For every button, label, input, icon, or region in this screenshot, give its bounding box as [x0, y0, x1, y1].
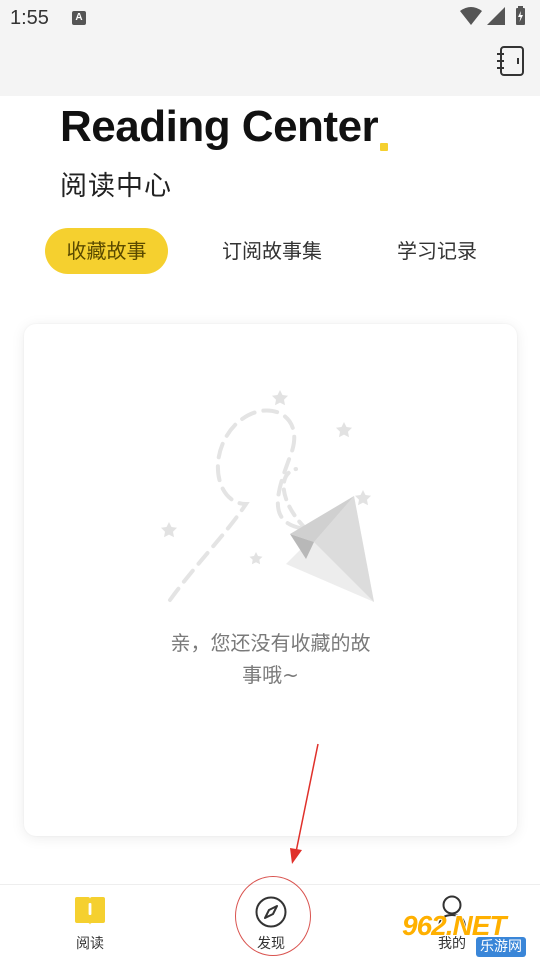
page-subtitle: 阅读中心 — [60, 171, 172, 202]
tab-subscribed-collections[interactable]: 订阅故事集 — [206, 228, 338, 274]
nav-label-read: 阅读 — [76, 936, 104, 952]
nav-item-read[interactable]: 阅读 — [45, 885, 135, 960]
annotation-arrow — [290, 743, 319, 864]
tab-study-records[interactable]: 学习记录 — [382, 228, 492, 274]
empty-state-card: 亲，您还没有收藏的故 事哦~ — [24, 324, 517, 836]
signal-icon — [487, 7, 505, 25]
a-icon: A — [72, 11, 86, 25]
status-time: 1:55 — [10, 7, 49, 29]
wifi-icon — [460, 7, 482, 25]
watermark-site: 乐游网 — [476, 937, 526, 957]
book-icon — [75, 897, 105, 925]
paper-plane-illustration — [161, 390, 374, 602]
watermark: 962.NET 乐游网 — [402, 910, 538, 958]
top-bar: 1:55 A — [0, 0, 540, 96]
title-accent-dot — [380, 143, 388, 151]
tab-favorite-stories[interactable]: 收藏故事 — [45, 228, 168, 274]
status-indicators — [460, 6, 530, 28]
annotation-highlight-circle — [235, 876, 311, 956]
notebook-icon[interactable] — [494, 44, 528, 78]
battery-charging-icon — [516, 6, 525, 25]
empty-state-message-line1: 亲，您还没有收藏的故 — [170, 631, 371, 655]
page-title: Reading Center — [60, 102, 379, 151]
empty-state-message-line2: 事哦~ — [242, 663, 299, 687]
watermark-logo: 962.NET — [402, 910, 506, 941]
